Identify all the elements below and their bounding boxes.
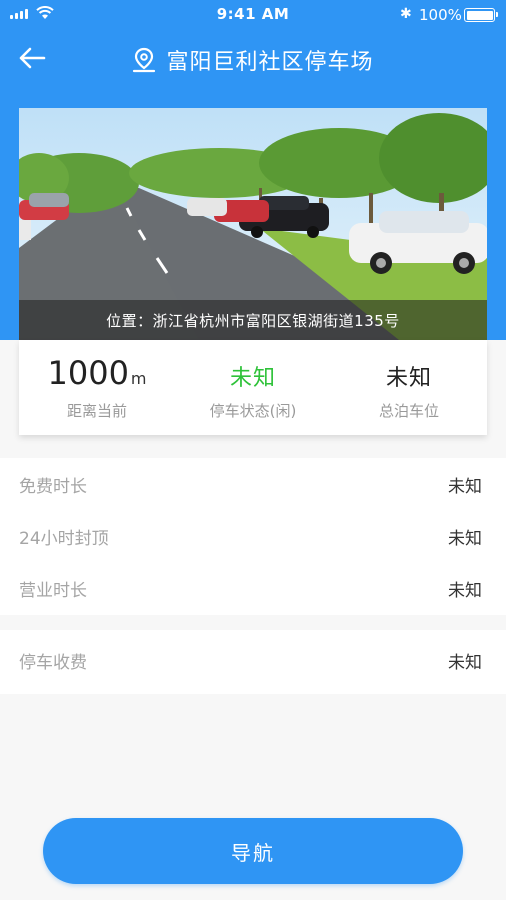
info-row-business-hours: 营业时长 未知 bbox=[0, 562, 506, 614]
bluetooth-icon: ✱ bbox=[400, 6, 412, 22]
page-title: 富阳巨利社区停车场 bbox=[0, 44, 506, 76]
battery-percentage: 100% bbox=[419, 6, 462, 24]
total-spaces-value: 未知 bbox=[385, 366, 432, 391]
distance-stat: 1000 m 距离当前 bbox=[19, 340, 175, 435]
parking-status-value: 未知 bbox=[229, 366, 276, 391]
fee-value: 未知 bbox=[448, 652, 482, 673]
stats-card: 1000 m 距离当前 未知 停车状态(闲) 未知 总泊车位 bbox=[19, 340, 487, 435]
info-label: 免费时长 bbox=[19, 476, 87, 497]
total-spaces-stat: 未知 总泊车位 bbox=[331, 340, 487, 435]
total-spaces-label: 总泊车位 bbox=[378, 402, 439, 420]
info-row-free-duration: 免费时长 未知 bbox=[0, 458, 506, 510]
location-pin-icon bbox=[133, 47, 156, 73]
info-row-24h-cap: 24小时封顶 未知 bbox=[0, 510, 506, 562]
distance-value: 1000 bbox=[47, 354, 129, 392]
info-value: 未知 bbox=[448, 580, 482, 601]
parking-lot-photo: 位置：浙江省杭州市富阳区银湖街道135号 bbox=[19, 108, 487, 340]
status-bar: 9:41 AM ✱ 100% bbox=[0, 0, 506, 30]
info-label: 营业时长 bbox=[19, 580, 87, 601]
info-row-parking-fee: 停车收费 未知 bbox=[0, 630, 506, 690]
info-list: 免费时长 未知 24小时封顶 未知 营业时长 未知 bbox=[0, 458, 506, 615]
battery-icon bbox=[464, 8, 498, 22]
address-label: 位置：浙江省杭州市富阳区银湖街道135号 bbox=[19, 300, 487, 340]
fee-label: 停车收费 bbox=[19, 652, 87, 673]
info-label: 24小时封顶 bbox=[19, 528, 109, 549]
info-value: 未知 bbox=[448, 476, 482, 497]
parking-status-stat: 未知 停车状态(闲) bbox=[175, 340, 331, 435]
fee-section: 停车收费 未知 bbox=[0, 630, 506, 694]
distance-label: 距离当前 bbox=[66, 402, 127, 420]
page-title-text: 富阳巨利社区停车场 bbox=[166, 50, 374, 75]
parking-status-label: 停车状态(闲) bbox=[209, 402, 297, 420]
info-value: 未知 bbox=[448, 528, 482, 549]
distance-unit: m bbox=[130, 369, 147, 388]
nav-bar: 富阳巨利社区停车场 bbox=[0, 38, 506, 78]
navigate-button[interactable]: 导航 bbox=[43, 818, 463, 884]
